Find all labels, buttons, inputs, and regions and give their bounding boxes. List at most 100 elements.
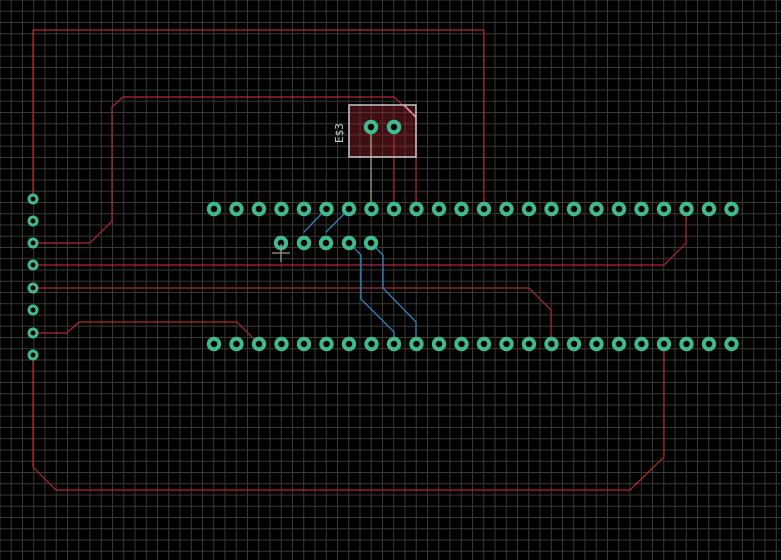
component-ref-label[interactable]: E$3	[333, 123, 346, 143]
pad[interactable]	[634, 336, 649, 352]
pad[interactable]	[229, 201, 244, 217]
pad[interactable]	[454, 201, 469, 217]
pad[interactable]	[251, 201, 267, 217]
footprint-hatch-dot	[371, 136, 374, 138]
pad[interactable]	[431, 336, 447, 352]
pad[interactable]	[341, 201, 357, 217]
pad[interactable]	[656, 336, 672, 352]
pad[interactable]	[27, 215, 39, 227]
pad[interactable]	[611, 201, 627, 217]
pad[interactable]	[363, 235, 379, 251]
pad-hole	[480, 205, 488, 213]
footprint-hatch-dot	[377, 140, 380, 142]
pad[interactable]	[521, 201, 537, 217]
pad[interactable]	[611, 336, 627, 352]
footprint-hatch-dot	[355, 144, 358, 146]
pad-hole	[30, 218, 36, 224]
pad[interactable]	[27, 237, 39, 249]
pad[interactable]	[679, 336, 694, 352]
footprint-hatch-dot	[405, 148, 408, 150]
footprint-hatch-dot	[407, 120, 410, 122]
pad-hole	[323, 340, 330, 348]
pad[interactable]	[318, 235, 334, 251]
footprint-hatch-dot	[387, 120, 390, 122]
pad[interactable]	[27, 349, 39, 361]
pad[interactable]	[521, 336, 537, 352]
pcb-grid-canvas[interactable]: E$3	[0, 0, 781, 560]
pad[interactable]	[544, 201, 559, 217]
pad[interactable]	[679, 201, 694, 217]
pad-hole	[30, 330, 36, 336]
pad-hole	[593, 340, 600, 348]
footprint-hatch-dot	[351, 144, 354, 146]
footprint-hatch-dot	[391, 112, 394, 114]
pad[interactable]	[476, 336, 492, 352]
pad[interactable]	[409, 201, 424, 217]
pad[interactable]	[319, 201, 334, 217]
pad-hole	[368, 340, 375, 348]
pad[interactable]	[386, 119, 402, 135]
footprint-hatch-dot	[367, 152, 370, 154]
pad[interactable]	[364, 336, 379, 352]
pad[interactable]	[431, 201, 447, 217]
footprint-hatch-dot	[377, 132, 380, 134]
footprint-hatch-dot	[383, 112, 386, 114]
pad[interactable]	[27, 193, 39, 205]
footprint-hatch-dot	[411, 120, 414, 122]
footprint-hatch-dot	[383, 152, 386, 154]
pad[interactable]	[296, 201, 312, 217]
footprint-hatch-dot	[379, 152, 382, 154]
pad[interactable]	[296, 336, 312, 352]
footprint-hatch-dot	[353, 124, 356, 126]
pad-hole	[30, 262, 36, 268]
pad[interactable]	[229, 336, 244, 352]
footprint-hatch-dot	[353, 108, 356, 110]
pad[interactable]	[724, 201, 739, 217]
pad[interactable]	[409, 336, 424, 352]
pad[interactable]	[251, 336, 267, 352]
pad[interactable]	[499, 336, 514, 352]
pad[interactable]	[589, 201, 604, 217]
pad[interactable]	[566, 336, 582, 352]
pad[interactable]	[589, 336, 604, 352]
footprint-hatch-dot	[401, 116, 404, 118]
pad[interactable]	[476, 201, 492, 217]
pad[interactable]	[701, 336, 717, 352]
footprint-hatch-dot	[403, 112, 406, 114]
pad-hole	[345, 340, 353, 348]
pad[interactable]	[454, 336, 469, 352]
pad[interactable]	[364, 201, 379, 217]
pad[interactable]	[206, 201, 222, 217]
pad[interactable]	[206, 336, 222, 352]
pad[interactable]	[499, 201, 514, 217]
pad[interactable]	[296, 235, 312, 251]
pad-hole	[300, 340, 308, 348]
pad-hole	[728, 340, 735, 348]
pad[interactable]	[274, 336, 289, 352]
pad[interactable]	[27, 259, 39, 271]
pad-hole	[435, 340, 443, 348]
pad[interactable]	[724, 336, 739, 352]
footprint-hatch-dot	[365, 108, 368, 110]
footprint-hatch-dot	[379, 120, 382, 122]
pad[interactable]	[363, 119, 379, 135]
pad[interactable]	[274, 201, 289, 217]
pad[interactable]	[341, 336, 357, 352]
pad-hole	[323, 205, 330, 213]
footprint-hatch-dot	[351, 120, 354, 122]
pad[interactable]	[27, 304, 39, 316]
pad[interactable]	[386, 336, 402, 352]
pad[interactable]	[27, 282, 39, 294]
footprint-hatch-dot	[405, 132, 408, 134]
pad[interactable]	[319, 336, 334, 352]
footprint-hatch-dot	[377, 124, 380, 126]
pcb-layout[interactable]: E$3	[0, 0, 781, 560]
pad[interactable]	[544, 336, 559, 352]
pad[interactable]	[701, 201, 717, 217]
pad[interactable]	[634, 201, 649, 217]
pad[interactable]	[27, 327, 39, 339]
pad[interactable]	[566, 201, 582, 217]
pad[interactable]	[656, 201, 672, 217]
pad[interactable]	[386, 201, 402, 217]
pad[interactable]	[341, 235, 357, 251]
